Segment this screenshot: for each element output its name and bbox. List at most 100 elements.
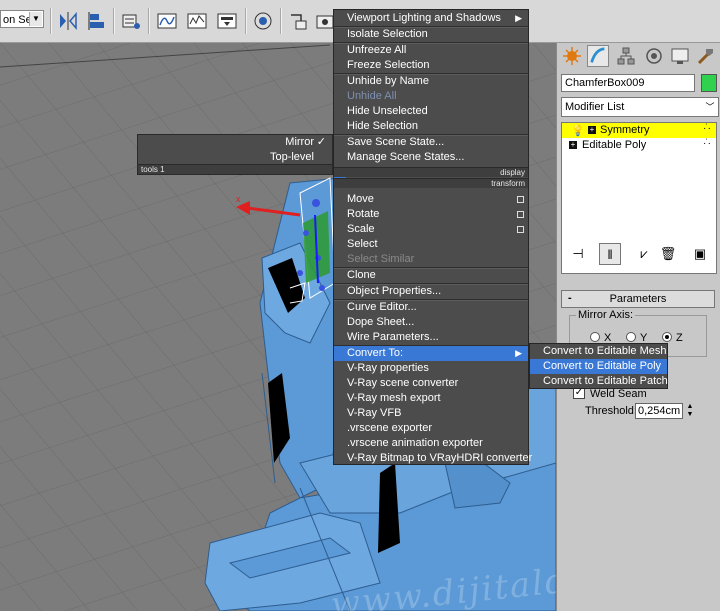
schematic-view-icon[interactable] (186, 10, 208, 32)
threshold-input[interactable]: 0,254cm (635, 403, 683, 419)
menu-item-vrscene-exporter[interactable]: .vrscene exporter (334, 421, 528, 436)
menu-item-mirror[interactable]: Mirror ✓ (285, 135, 328, 150)
lightbulb-icon[interactable]: 💡 (571, 124, 585, 139)
menu-item-save-scene-state[interactable]: Save Scene State... (334, 135, 528, 150)
menu-item-clone[interactable]: Clone (334, 268, 528, 283)
settings-box-icon[interactable] (517, 196, 524, 203)
render-frame-icon[interactable] (287, 10, 309, 32)
menu-item-vray-bitmap-converter[interactable]: V-Ray Bitmap to VRayHDRI converter (334, 451, 532, 466)
menu-item-vray-properties[interactable]: V-Ray properties (334, 361, 528, 376)
settings-box-icon[interactable] (517, 211, 524, 218)
remove-modifier-icon[interactable]: 🗑 (657, 243, 679, 265)
menu-item-freeze-selection[interactable]: Freeze Selection (334, 58, 528, 73)
hierarchy-tab-icon[interactable] (615, 45, 637, 67)
weld-seam-checkbox[interactable]: ✓ Weld Seam (573, 387, 647, 400)
menu-item-label: Hide Selection (347, 120, 418, 132)
expand-plus-icon[interactable]: + (569, 141, 577, 149)
menu-item-wire-parameters[interactable]: Wire Parameters... (334, 330, 528, 345)
menu-item-select-similar[interactable]: Select Similar (334, 252, 528, 267)
menu-item-label: Hide Unselected (347, 105, 428, 117)
utilities-tab-icon[interactable] (695, 45, 717, 67)
menu-item-hide-unselected[interactable]: Hide Unselected (334, 104, 528, 119)
menu-item-hide-selection[interactable]: Hide Selection (334, 119, 528, 134)
menu-item-unfreeze-all[interactable]: Unfreeze All (334, 43, 528, 58)
radio-selected-icon (662, 332, 672, 343)
menu-item-label: Isolate Selection (347, 28, 428, 40)
curve-editor-icon[interactable] (156, 10, 178, 32)
menu-item-object-properties[interactable]: Object Properties... (334, 284, 528, 299)
modifier-list-label: Modifier List (565, 101, 625, 113)
menu-item-top-level[interactable]: Top-level (270, 150, 328, 165)
named-selection-set-dropdown[interactable]: on Set ▼ (0, 10, 44, 28)
toolbar-divider (113, 8, 115, 34)
layer-manager-icon[interactable] (120, 10, 142, 32)
menu-item-manage-scene-states[interactable]: Manage Scene States... (334, 150, 528, 165)
quad-footer-transform: transform (334, 178, 528, 188)
menu-item-convert-editable-mesh[interactable]: Convert to Editable Mesh (530, 344, 667, 359)
menu-item-unhide-by-name[interactable]: Unhide by Name (334, 74, 528, 89)
render-setup-icon[interactable] (252, 10, 274, 32)
dots-icon: ·˙· (703, 138, 711, 149)
menu-item-label: Viewport Lighting and Shadows (347, 12, 501, 24)
menu-item-label: V-Ray mesh export (347, 392, 441, 404)
align-icon[interactable] (86, 10, 108, 32)
chevron-down-icon[interactable]: ﹀ (703, 99, 717, 115)
settings-box-icon[interactable] (517, 226, 524, 233)
stack-item-label: Editable Poly (582, 139, 647, 151)
menu-item-label: Convert To: (347, 347, 404, 359)
show-end-result-icon[interactable]: ‖ (599, 243, 621, 265)
quad-menu-tools: Mirror ✓ Top-level tools 1 (137, 134, 333, 175)
menu-item-isolate-selection[interactable]: Isolate Selection (334, 27, 528, 42)
make-unique-icon[interactable]: ⩗ (633, 243, 655, 265)
menu-item-label: Curve Editor... (347, 301, 417, 313)
expand-plus-icon[interactable]: + (588, 126, 596, 134)
menu-item-label: V-Ray scene converter (347, 377, 459, 389)
quad-footer-display: display (334, 167, 528, 177)
stack-item-symmetry[interactable]: 💡 + Symmetry ·˙· (562, 123, 716, 138)
modifier-list-dropdown[interactable]: Modifier List ﹀ (561, 97, 719, 117)
menu-item-label: Convert to Editable Mesh (543, 345, 667, 357)
menu-item-vray-vfb[interactable]: V-Ray VFB (334, 406, 528, 421)
chevron-down-icon[interactable]: ▼ (29, 12, 42, 26)
menu-item-convert-editable-patch[interactable]: Convert to Editable Patch (530, 374, 668, 389)
mirror-icon[interactable] (57, 10, 79, 32)
motion-tab-icon[interactable] (643, 45, 665, 67)
menu-item-dope-sheet[interactable]: Dope Sheet... (334, 315, 528, 330)
menu-item-vray-mesh-export[interactable]: V-Ray mesh export (334, 391, 528, 406)
toolbar-divider (280, 8, 282, 34)
threshold-label: Threshold: (585, 405, 637, 417)
display-tab-icon[interactable] (669, 45, 691, 67)
menu-item-scale[interactable]: Scale (334, 222, 528, 237)
threshold-spinner[interactable]: ▲ ▼ (685, 403, 695, 419)
menu-item-rotate[interactable]: Rotate (334, 207, 528, 222)
create-tab-icon[interactable] (561, 45, 583, 67)
stack-buttons: ⊣ ‖ ⩗ 🗑 ▣ (561, 243, 715, 267)
modify-tab-icon[interactable] (587, 45, 609, 67)
menu-item-viewport-lighting[interactable]: Viewport Lighting and Shadows ▶ (334, 11, 528, 26)
menu-item-move[interactable]: Move (334, 192, 528, 207)
menu-item-label: V-Ray properties (347, 362, 429, 374)
stack-item-editable-poly[interactable]: + Editable Poly ·˙· (562, 138, 716, 153)
menu-item-vrscene-animation-exporter[interactable]: .vrscene animation exporter (334, 436, 528, 451)
menu-item-curve-editor[interactable]: Curve Editor... (334, 300, 528, 315)
weld-seam-label: Weld Seam (590, 388, 647, 400)
menu-item-label: Unhide All (347, 90, 397, 102)
object-name-field[interactable]: ChamferBox009 (561, 74, 695, 92)
menu-item-unhide-all[interactable]: Unhide All (334, 89, 528, 104)
material-editor-icon[interactable] (216, 10, 238, 32)
configure-modifier-sets-icon[interactable]: ▣ (689, 243, 711, 265)
menu-item-convert-editable-poly[interactable]: Convert to Editable Poly (530, 359, 667, 374)
menu-item-vray-scene-converter[interactable]: V-Ray scene converter (334, 376, 528, 391)
object-color-swatch[interactable] (701, 74, 717, 92)
svg-text:x: x (236, 194, 241, 204)
menu-item-convert-to[interactable]: Convert To: ▶ (334, 346, 528, 361)
axis-label: Z (676, 332, 683, 344)
convert-to-submenu: Convert to Editable Mesh Convert to Edit… (529, 343, 668, 389)
parameters-rollout-header[interactable]: - Parameters (561, 290, 715, 308)
checkmark-icon: ✓ (316, 136, 326, 148)
menu-item-label: .vrscene animation exporter (347, 437, 483, 449)
toolbar-divider (148, 8, 150, 34)
pin-stack-icon[interactable]: ⊣ (567, 243, 589, 265)
dots-icon: ·˙· (703, 123, 711, 134)
menu-item-select[interactable]: Select (334, 237, 528, 252)
